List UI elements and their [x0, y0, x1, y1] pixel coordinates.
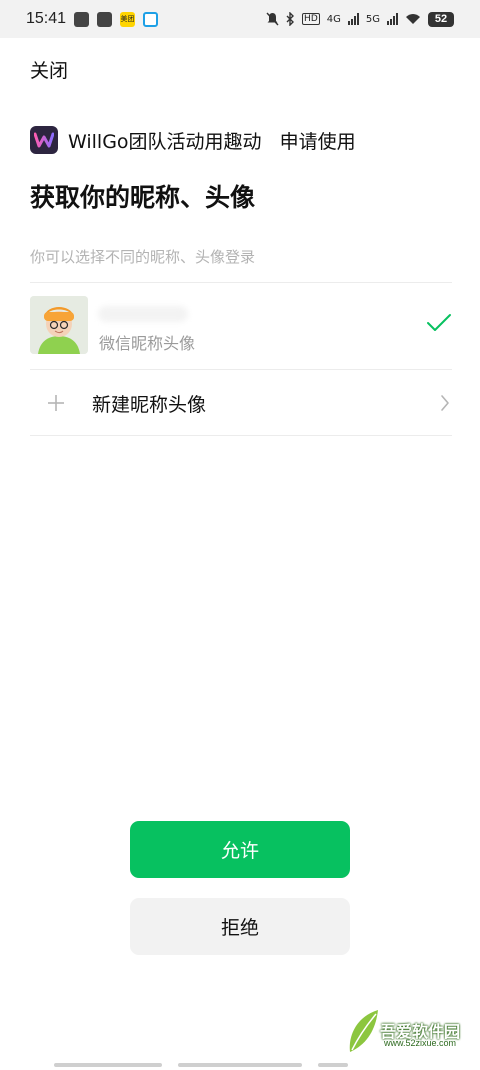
- leaf-logo-icon: [349, 1010, 378, 1052]
- wechat-profile-label: 微信昵称头像: [99, 334, 196, 353]
- allow-button[interactable]: 允许: [130, 821, 350, 878]
- divider-middle: [30, 369, 452, 370]
- divider-bottom: [30, 435, 452, 436]
- page-title: 获取你的昵称、头像: [30, 183, 256, 212]
- plus-icon: [30, 394, 82, 412]
- wechat-profile-option[interactable]: 微信昵称头像: [30, 296, 452, 356]
- avatar: [30, 296, 88, 354]
- signal-5g-icon: [387, 13, 398, 25]
- bluetooth-icon: [286, 12, 295, 26]
- check-icon: [427, 314, 451, 331]
- avatar-image: [30, 296, 88, 354]
- new-profile-label: 新建昵称头像: [92, 393, 207, 416]
- status-time: 15:41: [26, 10, 67, 27]
- divider-top: [30, 282, 452, 283]
- battery-indicator: 52: [428, 11, 454, 27]
- watermark-url: www.52zixue.com: [384, 1038, 457, 1048]
- browser-app-icon: [143, 11, 159, 27]
- hd-badge-icon: HD: [302, 13, 320, 25]
- status-bar: 15:41 美团 HD 4G 5G 52: [0, 0, 480, 38]
- app-logo-w-icon: [34, 132, 54, 148]
- nav-bar-segment-left: [54, 1063, 162, 1067]
- nav-bar-segment-center: [178, 1063, 302, 1067]
- app-info-row: WillGo团队活动用趣动 申请使用: [30, 126, 356, 154]
- close-button[interactable]: 关闭: [30, 56, 68, 83]
- new-profile-option[interactable]: 新建昵称头像: [30, 371, 452, 435]
- chevron-right-icon: [441, 395, 449, 411]
- app-request-text: 申请使用: [279, 130, 356, 153]
- deny-button[interactable]: 拒绝: [130, 898, 350, 955]
- notification-app-icon: [74, 11, 90, 27]
- status-left: 15:41 美团: [26, 10, 159, 28]
- wifi-icon: [406, 14, 420, 24]
- page-hint: 你可以选择不同的昵称、头像登录: [30, 248, 256, 266]
- meituan-app-icon: 美团: [120, 11, 136, 27]
- blurred-nickname: [98, 306, 188, 322]
- watermark: 吾爱软件园 www.52zixue.com: [346, 998, 474, 1056]
- app-name: WillGo团队活动用趣动: [68, 130, 262, 153]
- video-app-icon: [97, 11, 113, 27]
- network-4g-label: 4G: [326, 13, 341, 25]
- signal-4g-icon: [347, 13, 359, 25]
- network-5g-label: 5G: [365, 13, 380, 25]
- mute-bell-icon: [266, 12, 279, 26]
- nav-bar-segment-right: [318, 1063, 348, 1067]
- app-logo: [30, 126, 58, 154]
- status-right: HD 4G 5G 52: [266, 11, 454, 27]
